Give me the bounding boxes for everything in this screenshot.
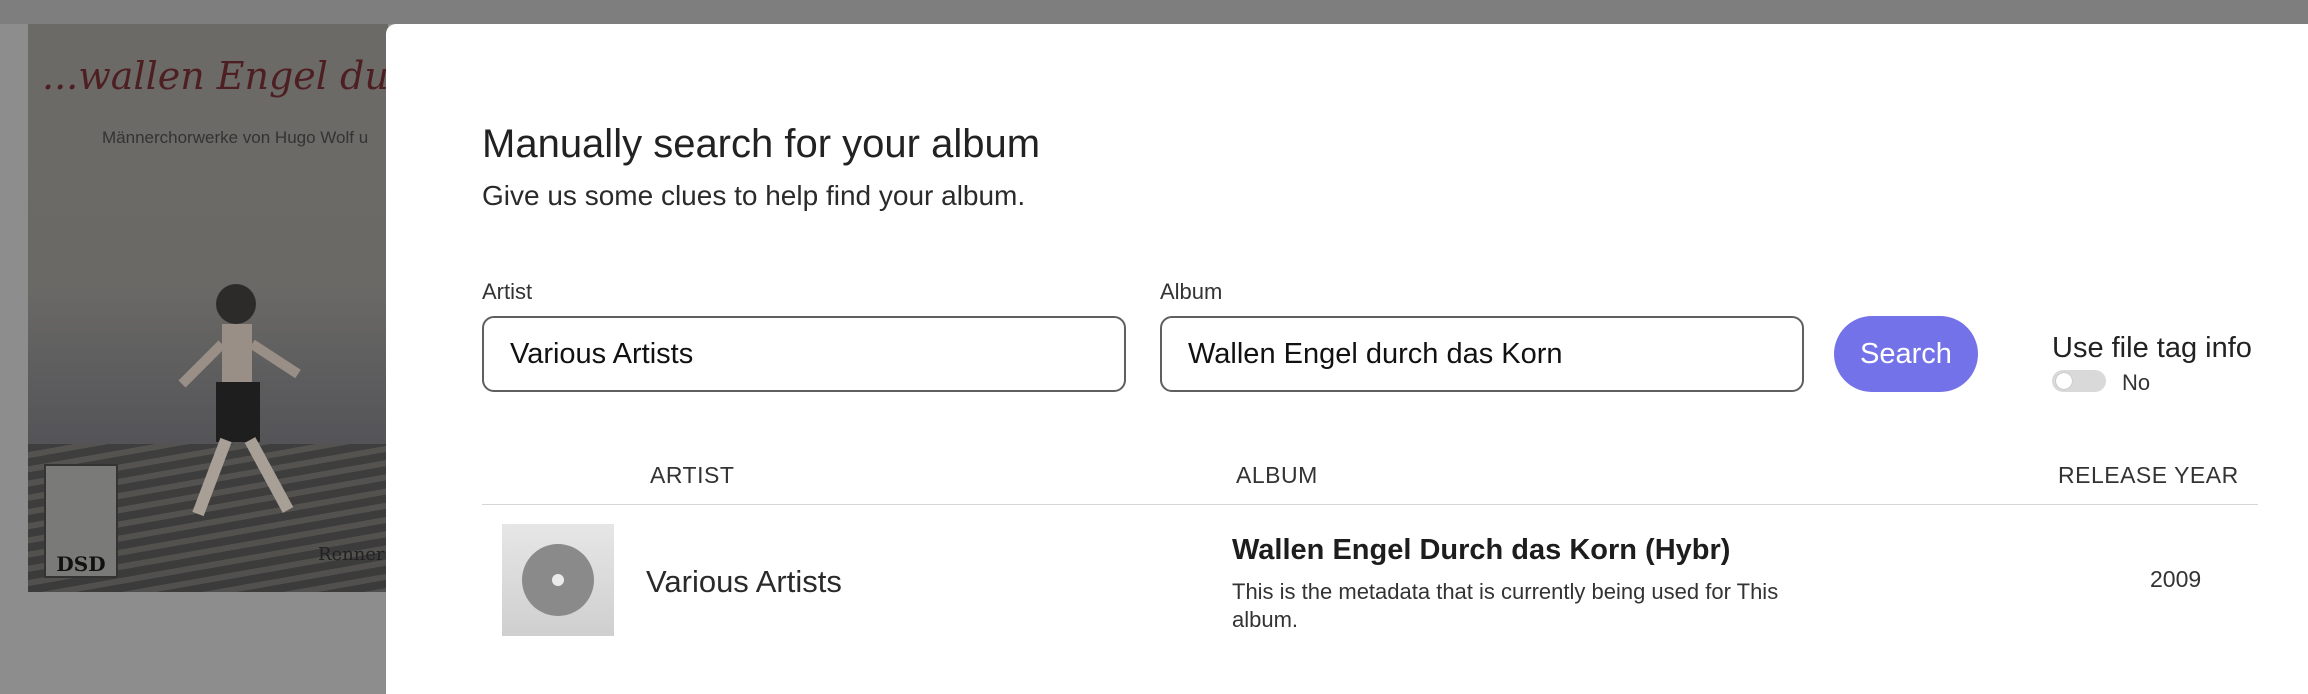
file-tag-label: Use file tag info [2052,332,2252,364]
album-art-logo: DSD [44,464,118,578]
result-album-title: Wallen Engel Durch das Korn (Hybr) [1232,534,1731,566]
album-thumbnail [502,524,614,636]
disc-hole [552,574,564,586]
album-art-title: ...wallen Engel durch [42,54,388,98]
file-tag-toggle[interactable] [2052,370,2106,392]
result-description: This is the metadata that is currently b… [1232,579,1779,632]
backdrop-bar [0,0,2308,24]
album-field-label: Album [1160,279,1223,304]
album-art-logo-text: DSD [56,552,106,576]
result-artist: Various Artists [646,564,842,599]
column-header-release-year: RELEASE YEAR [2058,462,2239,488]
column-header-artist: ARTIST [650,462,735,488]
search-button[interactable]: Search [1834,316,1978,392]
result-row[interactable]: Various Artists Wallen Engel Durch das K… [482,524,2258,660]
column-header-album: ALBUM [1236,462,1318,488]
result-release-year: 2009 [2150,566,2202,592]
album-input[interactable] [1160,316,1804,392]
disc-icon [522,544,594,616]
toggle-knob [2056,373,2072,389]
manual-search-modal: Manually search for your album Give us s… [386,24,2308,694]
album-art-background: ...wallen Engel durch Männerchorwerke vo… [28,24,388,592]
modal-title: Manually search for your album [482,122,1041,166]
artist-input[interactable] [482,316,1126,392]
artist-field-label: Artist [482,279,533,304]
file-tag-state: No [2122,370,2151,395]
modal-subtitle: Give us some clues to help find your alb… [482,180,1026,211]
album-art-subtitle: Männerchorwerke von Hugo Wolf u [102,128,369,147]
results-divider [482,504,2258,505]
child-figure-illustration [178,284,301,517]
album-art-corner-text: Renner [318,544,385,565]
